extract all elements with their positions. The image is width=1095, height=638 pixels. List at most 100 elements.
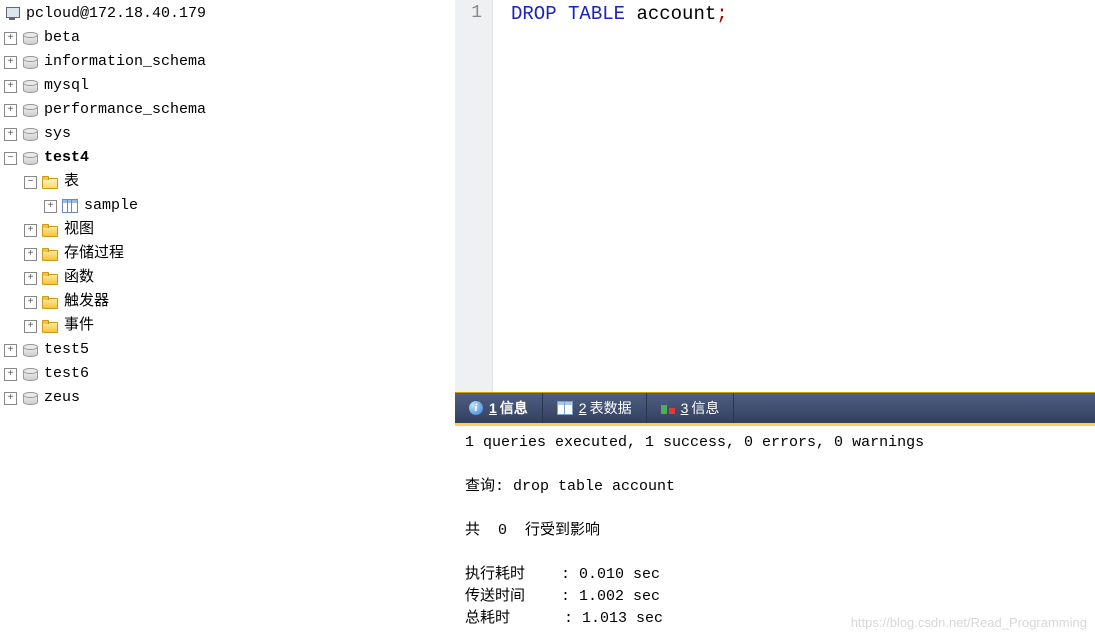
db-label: test6 bbox=[42, 362, 91, 386]
db-node[interactable]: + test5 bbox=[4, 338, 455, 362]
output-total-time: 总耗时 : 1.013 sec bbox=[465, 610, 663, 627]
database-icon bbox=[22, 366, 38, 382]
watermark: https://blog.csdn.net/Read_Programming bbox=[851, 612, 1087, 634]
folder-icon bbox=[42, 296, 58, 309]
db-node[interactable]: + zeus bbox=[4, 386, 455, 410]
database-icon bbox=[22, 54, 38, 70]
expand-icon[interactable]: + bbox=[24, 272, 37, 285]
expand-icon[interactable]: + bbox=[24, 224, 37, 237]
database-icon bbox=[22, 150, 38, 166]
table-node[interactable]: + sample bbox=[4, 194, 455, 218]
tab-messages[interactable]: 1 信息 bbox=[455, 393, 543, 423]
output-summary: 1 queries executed, 1 success, 0 errors,… bbox=[465, 434, 924, 451]
expand-icon[interactable]: + bbox=[4, 32, 17, 45]
server-icon bbox=[4, 7, 20, 21]
connection-label: pcloud@172.18.40.179 bbox=[24, 2, 208, 26]
expand-icon[interactable]: + bbox=[4, 104, 17, 117]
db-node[interactable]: + information_schema bbox=[4, 50, 455, 74]
folder-label: 触发器 bbox=[62, 290, 111, 314]
db-label: information_schema bbox=[42, 50, 208, 74]
tab-accel: 3 bbox=[681, 400, 689, 416]
expand-icon[interactable]: + bbox=[4, 392, 17, 405]
messages-output[interactable]: 1 queries executed, 1 success, 0 errors,… bbox=[455, 426, 1095, 638]
output-exec-time: 执行耗时 : 0.010 sec bbox=[465, 566, 660, 583]
app-root: pcloud@172.18.40.179 + beta + information_… bbox=[0, 0, 1095, 638]
expand-icon[interactable]: + bbox=[24, 320, 37, 333]
object-browser: pcloud@172.18.40.179 + beta + information_… bbox=[0, 0, 455, 638]
line-gutter: 1 bbox=[455, 0, 493, 392]
database-icon bbox=[22, 390, 38, 406]
output-transfer-time: 传送时间 : 1.002 sec bbox=[465, 588, 660, 605]
views-folder[interactable]: + 视图 bbox=[4, 218, 455, 242]
expand-icon[interactable]: + bbox=[4, 368, 17, 381]
sql-editor[interactable]: 1 DROP TABLE account; bbox=[455, 0, 1095, 392]
db-label: performance_schema bbox=[42, 98, 208, 122]
sql-punct: ; bbox=[716, 3, 727, 25]
line-number: 1 bbox=[471, 3, 482, 23]
connection-node[interactable]: pcloud@172.18.40.179 bbox=[4, 2, 455, 26]
table-icon bbox=[62, 199, 78, 213]
sql-identifier: account bbox=[636, 3, 716, 25]
triggers-folder[interactable]: + 触发器 bbox=[4, 290, 455, 314]
tab-table-data[interactable]: 2 表数据 bbox=[543, 393, 647, 423]
database-icon bbox=[22, 78, 38, 94]
folder-label: 函数 bbox=[62, 266, 96, 290]
db-label: mysql bbox=[42, 74, 91, 98]
collapse-icon[interactable]: − bbox=[4, 152, 17, 165]
expand-icon[interactable]: + bbox=[4, 56, 17, 69]
collapse-icon[interactable]: − bbox=[24, 176, 37, 189]
folder-label: 视图 bbox=[62, 218, 96, 242]
main-panel: 1 DROP TABLE account; 1 信息 2 表数据 3 信息 1 … bbox=[455, 0, 1095, 638]
db-label: test5 bbox=[42, 338, 91, 362]
folder-label: 事件 bbox=[62, 314, 96, 338]
info-icon bbox=[469, 401, 483, 415]
folder-label: 存储过程 bbox=[62, 242, 126, 266]
grid-icon bbox=[557, 401, 573, 415]
events-folder[interactable]: + 事件 bbox=[4, 314, 455, 338]
output-query: 查询: drop table account bbox=[465, 478, 675, 495]
database-icon bbox=[22, 126, 38, 142]
db-node[interactable]: + beta bbox=[4, 26, 455, 50]
db-label: beta bbox=[42, 26, 82, 50]
tab-label: 信息 bbox=[500, 398, 528, 418]
database-icon bbox=[22, 102, 38, 118]
db-node[interactable]: + mysql bbox=[4, 74, 455, 98]
profile-icon bbox=[661, 402, 675, 414]
tab-accel: 1 bbox=[489, 400, 497, 416]
sql-keyword: DROP bbox=[511, 3, 557, 25]
db-label: zeus bbox=[42, 386, 82, 410]
tab-label: 表数据 bbox=[590, 398, 632, 418]
procs-folder[interactable]: + 存储过程 bbox=[4, 242, 455, 266]
sql-keyword: TABLE bbox=[568, 3, 625, 25]
folder-label: 表 bbox=[62, 170, 81, 194]
database-icon bbox=[22, 30, 38, 46]
expand-icon[interactable]: + bbox=[4, 344, 17, 357]
code-area[interactable]: DROP TABLE account; bbox=[493, 0, 1095, 392]
db-node[interactable]: + test6 bbox=[4, 362, 455, 386]
table-label: sample bbox=[82, 194, 140, 218]
db-node-active[interactable]: − test4 bbox=[4, 146, 455, 170]
expand-icon[interactable]: + bbox=[44, 200, 57, 213]
tree: pcloud@172.18.40.179 + beta + information_… bbox=[4, 2, 455, 410]
db-label: test4 bbox=[42, 146, 91, 170]
tab-label: 信息 bbox=[691, 398, 719, 418]
db-label: sys bbox=[42, 122, 73, 146]
db-node[interactable]: + performance_schema bbox=[4, 98, 455, 122]
expand-icon[interactable]: + bbox=[24, 248, 37, 261]
expand-icon[interactable]: + bbox=[24, 296, 37, 309]
funcs-folder[interactable]: + 函数 bbox=[4, 266, 455, 290]
expand-icon[interactable]: + bbox=[4, 80, 17, 93]
folder-icon bbox=[42, 272, 58, 285]
expand-icon[interactable]: + bbox=[4, 128, 17, 141]
tab-accel: 2 bbox=[579, 400, 587, 416]
tab-info[interactable]: 3 信息 bbox=[647, 393, 735, 423]
tables-folder[interactable]: −表 bbox=[4, 170, 455, 194]
database-icon bbox=[22, 342, 38, 358]
result-tabbar: 1 信息 2 表数据 3 信息 bbox=[455, 392, 1095, 426]
db-node[interactable]: + sys bbox=[4, 122, 455, 146]
folder-open-icon bbox=[42, 176, 58, 189]
output-rows: 共 0 行受到影响 bbox=[465, 522, 600, 539]
folder-icon bbox=[42, 224, 58, 237]
folder-icon bbox=[42, 248, 58, 261]
folder-icon bbox=[42, 320, 58, 333]
